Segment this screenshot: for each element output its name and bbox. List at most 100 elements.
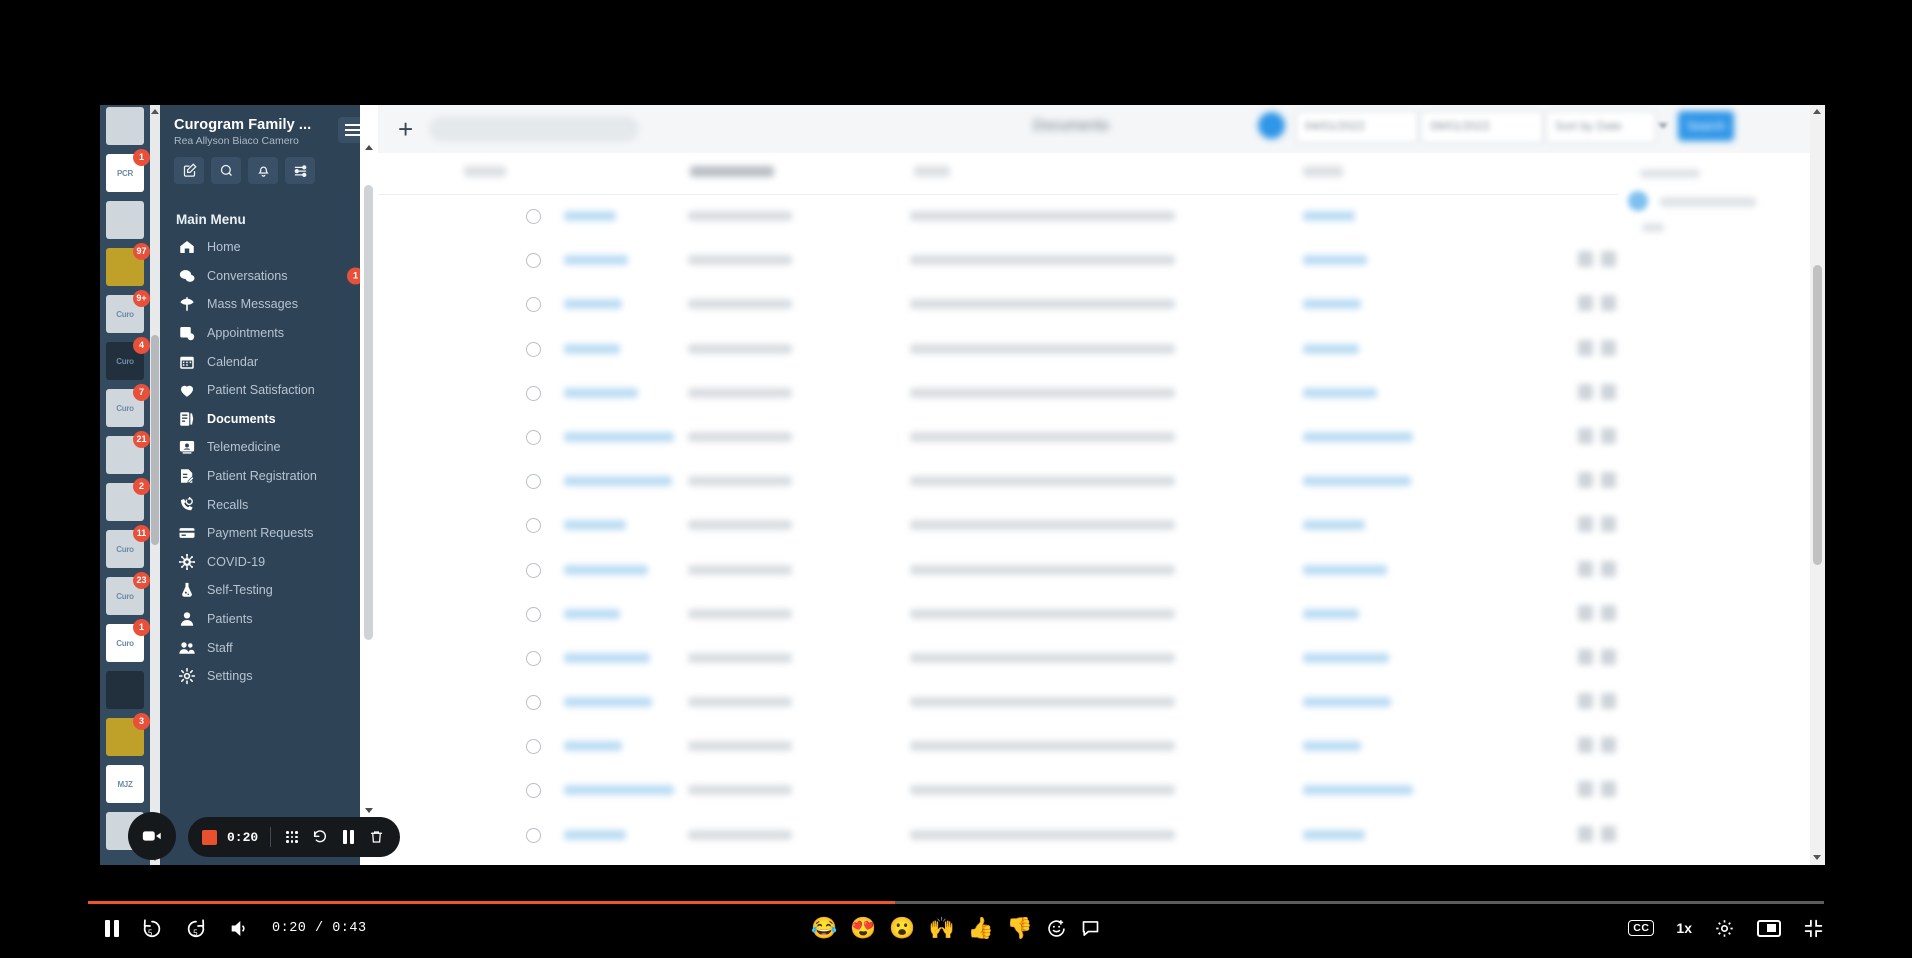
- sidebar-scroll-up-icon[interactable]: [365, 145, 373, 150]
- column-header-attached-on[interactable]: [690, 166, 774, 177]
- download-icon[interactable]: [1578, 383, 1593, 400]
- cell-name[interactable]: [564, 520, 626, 531]
- omnibox-input[interactable]: [429, 116, 640, 142]
- cell-action-link[interactable]: [1303, 564, 1387, 575]
- cell-action-link[interactable]: [1303, 476, 1411, 487]
- row-select-radio[interactable]: [526, 606, 541, 622]
- trash-icon[interactable]: [1601, 825, 1616, 842]
- row-action-icons[interactable]: [1578, 295, 1616, 312]
- scrollbar-thumb[interactable]: [1813, 265, 1822, 565]
- row-select-radio[interactable]: [526, 827, 541, 843]
- trash-icon[interactable]: [1601, 560, 1616, 577]
- row-select-radio[interactable]: [526, 341, 541, 357]
- cell-action-link[interactable]: [1303, 299, 1361, 310]
- row-select-radio[interactable]: [526, 429, 541, 445]
- pause-recording-icon[interactable]: [339, 828, 357, 846]
- row-select-radio[interactable]: [526, 385, 541, 401]
- sidebar-scrollbar[interactable]: [360, 105, 378, 865]
- reaction-emoji[interactable]: 😂: [811, 918, 837, 939]
- table-row[interactable]: [378, 504, 1825, 548]
- scroll-down-arrow-icon[interactable]: [1813, 855, 1821, 860]
- emoji-picker-icon[interactable]: [1046, 916, 1067, 940]
- table-row[interactable]: [378, 239, 1825, 283]
- row-select-radio[interactable]: [526, 297, 541, 313]
- cell-name[interactable]: [564, 564, 648, 575]
- sidebar-item-patients[interactable]: Patients: [160, 605, 378, 634]
- row-action-icons[interactable]: [1578, 604, 1616, 621]
- app-rail-item[interactable]: 97: [106, 243, 150, 286]
- trash-icon[interactable]: [1601, 472, 1616, 489]
- cell-name[interactable]: [564, 608, 620, 619]
- row-action-icons[interactable]: [1578, 383, 1616, 400]
- app-rail-item[interactable]: Curo 9+: [106, 290, 150, 333]
- app-rail-item[interactable]: 2: [106, 478, 150, 521]
- scroll-up-arrow-icon[interactable]: [151, 109, 159, 114]
- table-row[interactable]: [378, 769, 1825, 813]
- row-select-radio[interactable]: [526, 783, 541, 799]
- reaction-emoji[interactable]: 😮: [889, 918, 915, 939]
- app-rail-item[interactable]: MJZ: [106, 765, 144, 803]
- cell-name[interactable]: [564, 255, 628, 266]
- trash-icon[interactable]: [1601, 295, 1616, 312]
- download-icon[interactable]: [1578, 295, 1593, 312]
- date-from-input[interactable]: 04/01/2022: [1296, 111, 1418, 143]
- avatar[interactable]: [1258, 112, 1285, 139]
- camera-bubble-icon[interactable]: [128, 812, 176, 860]
- row-action-icons[interactable]: [1578, 693, 1616, 710]
- cell-action-link[interactable]: [1303, 608, 1359, 619]
- delete-recording-icon[interactable]: [367, 828, 385, 846]
- table-row[interactable]: [378, 637, 1825, 681]
- trash-icon[interactable]: [1601, 251, 1616, 268]
- sidebar-item-self-testing[interactable]: Self-Testing: [160, 576, 378, 605]
- row-action-icons[interactable]: [1578, 427, 1616, 444]
- app-rail-item[interactable]: Curo 1: [106, 619, 150, 662]
- table-row[interactable]: [378, 593, 1825, 637]
- cell-name[interactable]: [564, 652, 650, 663]
- trash-icon[interactable]: [1601, 383, 1616, 400]
- comment-icon[interactable]: [1080, 916, 1101, 940]
- column-header-type[interactable]: [914, 166, 950, 177]
- browser-scrollbar[interactable]: [1810, 105, 1825, 865]
- sidebar-item-telemedicine[interactable]: Telemedicine: [160, 433, 378, 462]
- scrollbar-thumb[interactable]: [364, 185, 373, 640]
- row-action-icons[interactable]: [1578, 251, 1616, 268]
- table-row[interactable]: [378, 549, 1825, 593]
- table-row[interactable]: [378, 681, 1825, 725]
- gear-icon[interactable]: [1714, 916, 1735, 940]
- cell-name[interactable]: [564, 431, 674, 442]
- sidebar-item-patient-registration[interactable]: Patient Registration: [160, 462, 378, 491]
- trash-icon[interactable]: [1601, 737, 1616, 754]
- sidebar-item-appointments[interactable]: Appointments: [160, 319, 378, 348]
- sidebar-item-patient-satisfaction[interactable]: Patient Satisfaction: [160, 376, 378, 405]
- row-action-icons[interactable]: [1578, 648, 1616, 665]
- playback-speed-button[interactable]: 1x: [1676, 920, 1692, 936]
- row-select-radio[interactable]: [526, 253, 541, 269]
- stop-recording-button[interactable]: [202, 829, 217, 845]
- cell-name[interactable]: [564, 211, 616, 221]
- download-icon[interactable]: [1578, 339, 1593, 356]
- cell-action-link[interactable]: [1303, 431, 1413, 442]
- table-row[interactable]: [378, 460, 1825, 504]
- app-rail-item[interactable]: 21: [106, 431, 150, 474]
- search-icon[interactable]: [211, 157, 241, 184]
- drag-handle-icon[interactable]: [283, 828, 301, 846]
- download-icon[interactable]: [1578, 251, 1593, 268]
- sidebar-item-recalls[interactable]: Recalls: [160, 490, 378, 519]
- search-button[interactable]: Search: [1678, 111, 1734, 141]
- sidebar-item-documents[interactable]: Documents: [160, 405, 378, 434]
- row-action-icons[interactable]: [1578, 560, 1616, 577]
- row-select-radio[interactable]: [526, 695, 541, 711]
- cell-action-link[interactable]: [1303, 520, 1365, 531]
- date-to-input[interactable]: 09/01/2022: [1421, 111, 1543, 143]
- app-rail-item[interactable]: Curo 4: [106, 337, 150, 380]
- progress-bar[interactable]: [88, 901, 1824, 904]
- cell-action-link[interactable]: [1303, 387, 1377, 398]
- table-row[interactable]: [378, 858, 1825, 865]
- table-row[interactable]: [378, 372, 1825, 416]
- app-rail-item[interactable]: [106, 201, 144, 239]
- sidebar-item-covid-19[interactable]: COVID-19: [160, 548, 378, 577]
- sidebar-scroll-down-icon[interactable]: [365, 808, 373, 813]
- row-select-radio[interactable]: [526, 650, 541, 666]
- reaction-emoji[interactable]: 😍: [850, 918, 876, 939]
- download-icon[interactable]: [1578, 516, 1593, 533]
